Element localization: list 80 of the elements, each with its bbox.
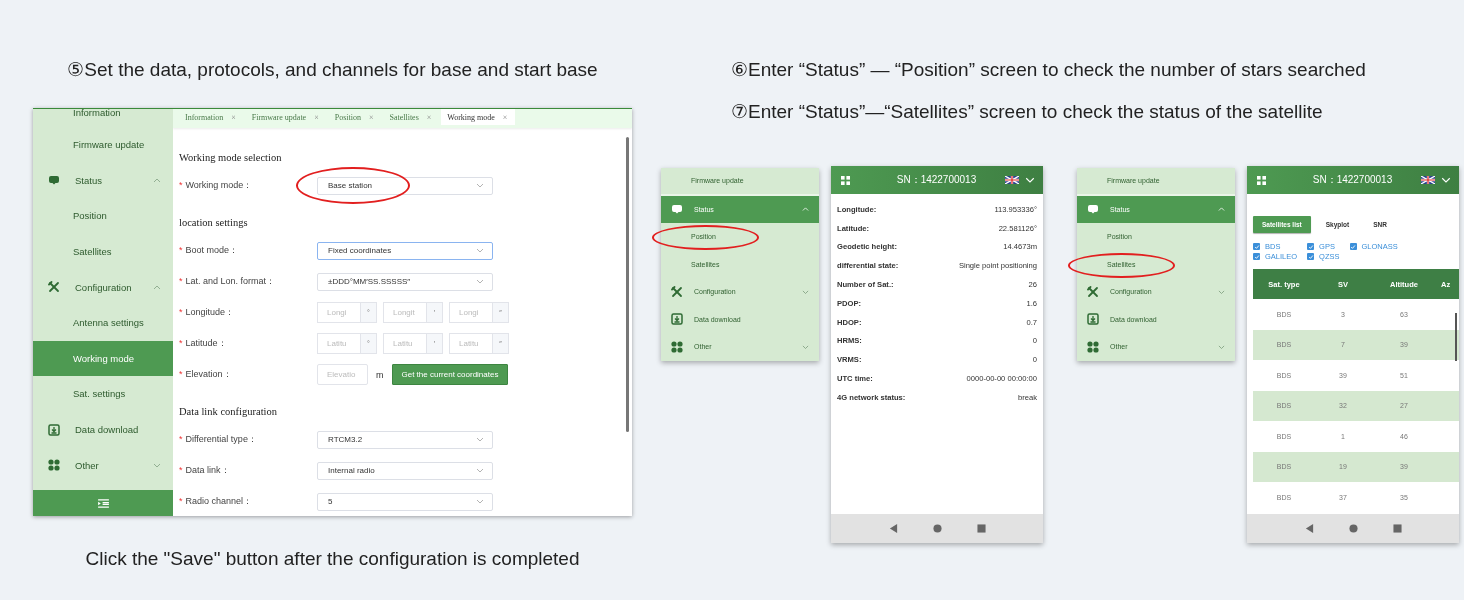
sidebar-item[interactable]: Working mode	[33, 340, 173, 377]
download-icon	[1087, 313, 1099, 326]
field-label: * Elevation：	[179, 368, 233, 381]
section-title: Working mode selection	[179, 150, 283, 165]
close-icon[interactable]: ×	[231, 112, 236, 122]
section-title: location settings	[179, 215, 249, 230]
grid-icon[interactable]	[1257, 175, 1266, 185]
sidebar-item[interactable]: Antenna settings	[33, 304, 173, 341]
flag-icon[interactable]	[1005, 176, 1019, 184]
scrollbar[interactable]	[626, 137, 629, 432]
tools-icon	[1087, 285, 1099, 298]
select-field[interactable]: ±DDD°MM′SS.SSSSS″	[317, 272, 493, 291]
download-icon	[48, 423, 60, 436]
sidebar-item[interactable]: Information	[33, 109, 173, 127]
menu-collapse-icon	[97, 498, 109, 508]
scrollbar[interactable]	[1455, 313, 1457, 361]
sidebar-item[interactable]: Data download	[33, 411, 173, 448]
field-label: * Latitude：	[179, 337, 228, 350]
grid-icon[interactable]	[841, 175, 850, 185]
step-caption: ⑥Enter “Status” — “Position” screen to check the number of stars searched	[730, 58, 1367, 82]
field-label: * Working mode：	[179, 179, 254, 192]
serial-number: SN：1422700013	[1311, 173, 1394, 187]
field-label: * Lat. and Lon. format：	[179, 275, 277, 288]
select-field[interactable]: Internal radio	[317, 461, 493, 480]
page-tab[interactable]: Firmware update ×	[245, 109, 327, 125]
chevron-down-icon	[476, 468, 484, 473]
checkmark-icon	[1350, 243, 1357, 250]
sidebar-item[interactable]: Configuration	[33, 269, 173, 305]
select-field[interactable]: 5	[317, 492, 493, 511]
tools-icon	[48, 281, 60, 294]
select-field[interactable]: Base station	[317, 176, 493, 195]
chevron-down-icon	[476, 183, 484, 188]
close-icon[interactable]: ×	[426, 112, 432, 122]
four-dots-icon	[671, 340, 683, 353]
chevron-down-icon	[476, 279, 484, 284]
download-icon	[671, 313, 683, 326]
sidebar-item[interactable]: Other	[33, 447, 173, 483]
field-label: * Data link：	[179, 464, 231, 477]
back-icon[interactable]	[1304, 524, 1314, 533]
unit-label: m	[376, 369, 384, 380]
four-dots-icon	[48, 459, 60, 472]
page-tab[interactable]: Information ×	[179, 109, 244, 125]
page-tab[interactable]: Satellites ×	[383, 109, 440, 125]
recents-icon[interactable]	[976, 524, 986, 533]
recents-icon[interactable]	[1392, 524, 1402, 533]
chevron-down-icon	[1025, 176, 1035, 184]
four-dots-icon	[1087, 340, 1099, 353]
input-field[interactable]: Elevatio	[317, 364, 368, 385]
sidebar-item[interactable]: Satellites	[33, 233, 173, 270]
select-field[interactable]: RTCM3.2	[317, 430, 493, 449]
home-icon[interactable]	[1348, 524, 1358, 533]
section-title: Data link configuration	[179, 404, 278, 419]
get-coordinates-button[interactable]: Get the current coordinates	[391, 364, 509, 385]
page-tab[interactable]: Position ×	[328, 109, 382, 125]
field-label: * Longitude：	[179, 306, 236, 319]
close-icon[interactable]: ×	[368, 112, 374, 122]
chevron-down-icon	[476, 499, 484, 504]
step-caption: ⑦Enter “Status”—“Satellites” screen to check the status of the satellite	[730, 100, 1324, 124]
chevron-down-icon	[476, 437, 484, 442]
close-icon[interactable]: ×	[502, 112, 508, 122]
field-label: * Boot mode：	[179, 244, 240, 257]
field-label: * Radio channel：	[179, 495, 254, 508]
tools-icon	[671, 285, 683, 298]
input-field[interactable]: Longit	[383, 302, 426, 323]
close-icon[interactable]: ×	[314, 112, 319, 122]
select-field[interactable]: Fixed coordinates	[317, 241, 493, 260]
sidebar-item[interactable]: Position	[33, 198, 173, 234]
home-icon[interactable]	[932, 524, 942, 533]
step-caption: ⑤Set the data, protocols, and channels for base and start base	[67, 58, 598, 82]
back-icon[interactable]	[888, 524, 898, 533]
page-tab[interactable]: Working mode ×	[441, 109, 516, 125]
sidebar-item[interactable]: Sat. settings	[33, 376, 173, 412]
serial-number: SN：1422700013	[895, 173, 978, 187]
flag-icon[interactable]	[1421, 176, 1435, 184]
footnote: Click the "Save" button after the configuration is completed	[85, 547, 580, 571]
sidebar-item[interactable]: Firmware update	[33, 127, 173, 163]
field-label: * Differential type：	[179, 433, 258, 446]
chevron-down-icon	[1441, 176, 1451, 184]
chevron-down-icon	[476, 248, 484, 253]
sidebar-item[interactable]: Status	[33, 162, 173, 199]
